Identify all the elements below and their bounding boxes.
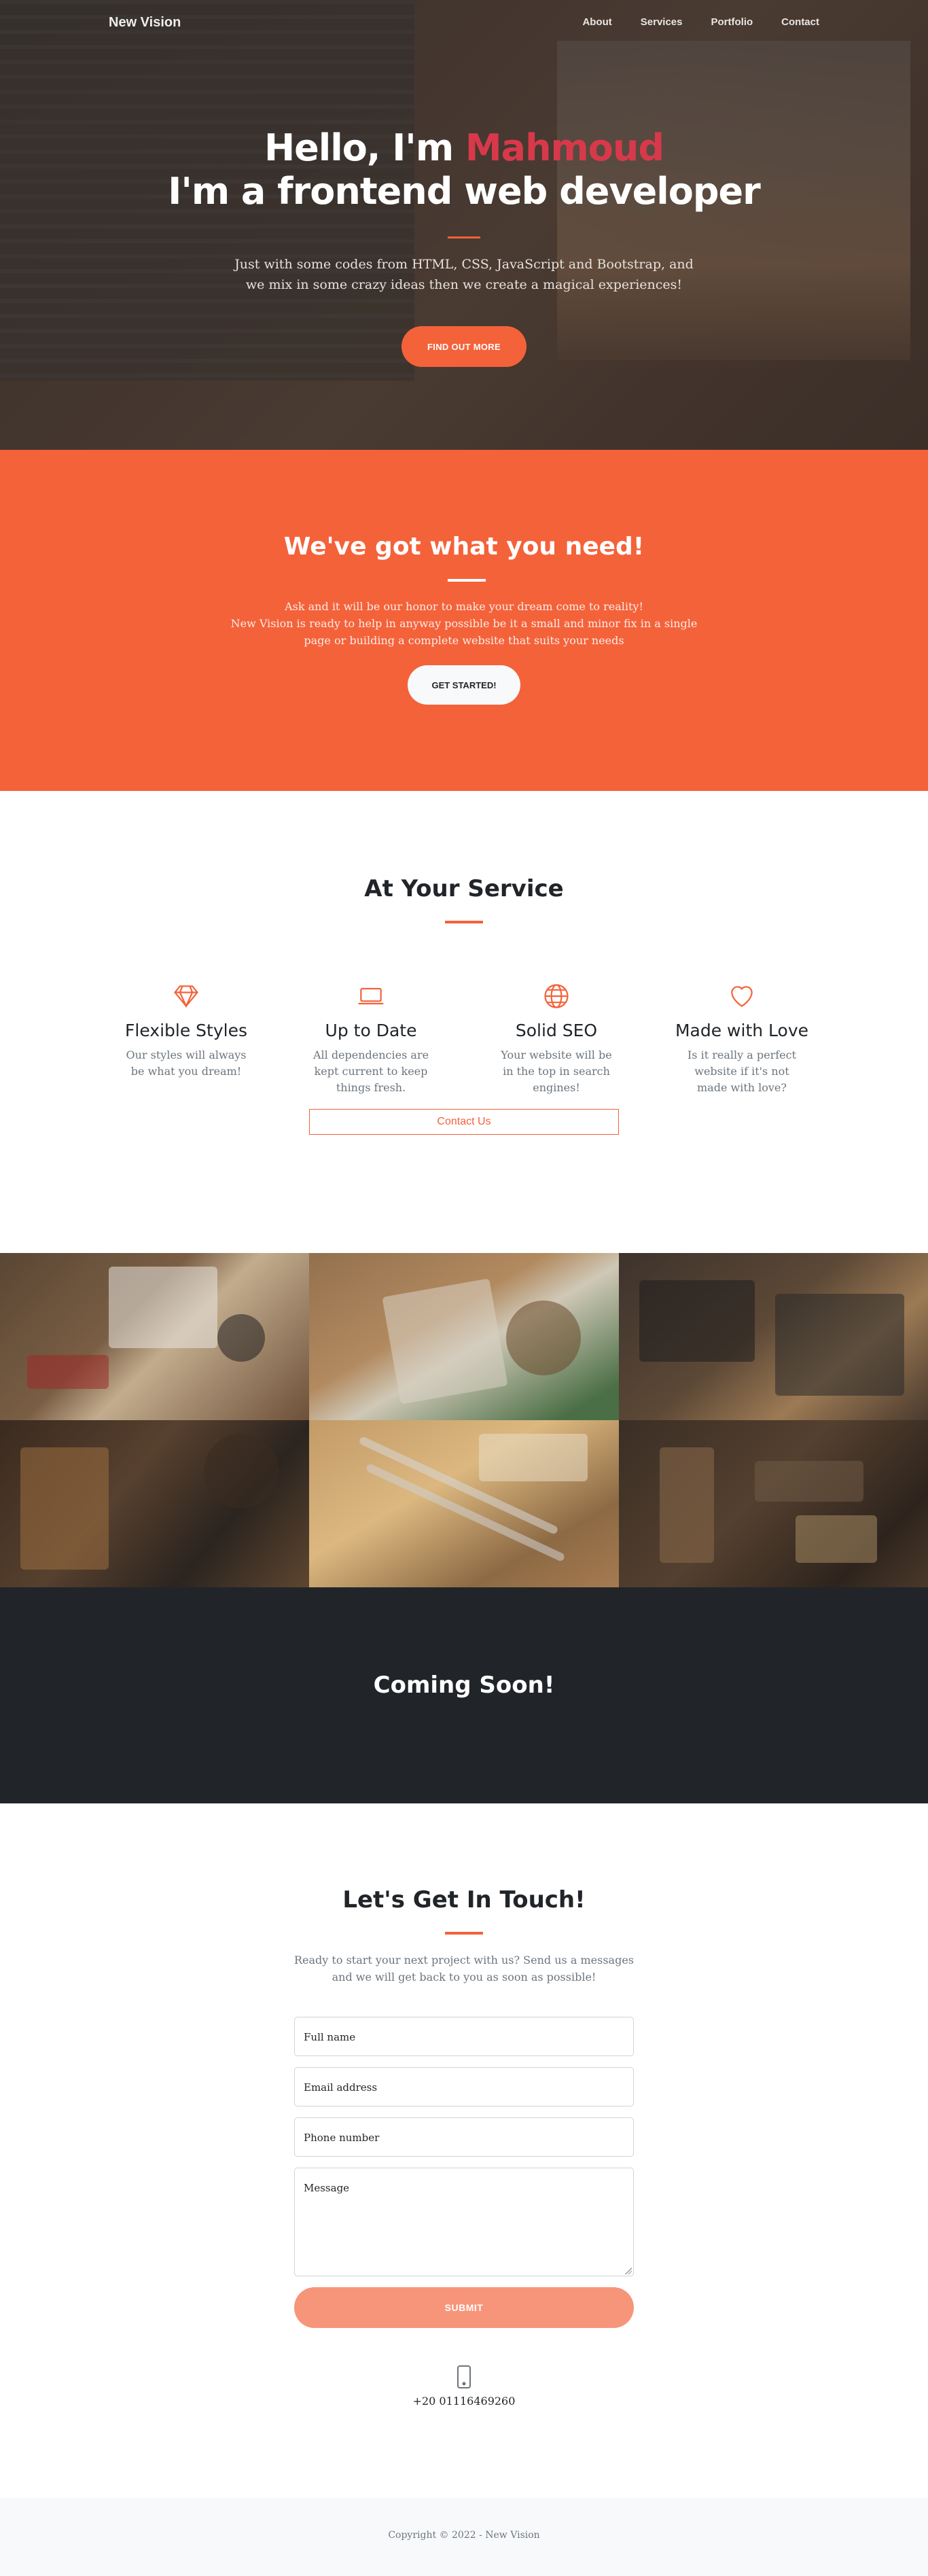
service-text: All dependencies are kept current to kee… bbox=[313, 1048, 429, 1094]
phone-number: +20 01116469260 bbox=[412, 2395, 516, 2407]
submit-button[interactable]: SUBMIT bbox=[294, 2287, 634, 2328]
hero-subtitle: Just with some codes from HTML, CSS, Jav… bbox=[234, 257, 694, 292]
coming-soon-title: Coming Soon! bbox=[373, 1672, 555, 1699]
about-text: Ask and it will be our honor to make you… bbox=[226, 598, 702, 649]
portfolio-image[interactable] bbox=[309, 1253, 619, 1420]
about-text-line1: Ask and it will be our honor to make you… bbox=[285, 600, 643, 613]
contact-lead: Ready to start your next project with us… bbox=[294, 1954, 634, 1983]
portfolio-image[interactable] bbox=[0, 1420, 309, 1587]
portfolio-image[interactable] bbox=[619, 1420, 928, 1587]
gem-icon bbox=[174, 985, 198, 1008]
services-section: At Your Service Flexible Styles Our styl… bbox=[0, 791, 928, 1253]
portfolio-image[interactable] bbox=[619, 1253, 928, 1420]
service-title: Made with Love bbox=[675, 1021, 809, 1040]
nav-link-portfolio[interactable]: Portfolio bbox=[711, 16, 753, 28]
resize-handle[interactable] bbox=[625, 2268, 632, 2274]
nav-link-services[interactable]: Services bbox=[641, 16, 683, 28]
services-title: At Your Service bbox=[364, 875, 564, 902]
about-section: We've got what you need! Ask and it will… bbox=[0, 450, 928, 791]
nav-links: About Services Portfolio Contact bbox=[554, 16, 819, 28]
get-started-button[interactable]: GET STARTED! bbox=[408, 665, 520, 705]
nav-link-contact[interactable]: Contact bbox=[781, 16, 819, 28]
message-placeholder: Message bbox=[304, 2182, 350, 2194]
coming-soon-section: Coming Soon! bbox=[0, 1587, 928, 1803]
about-divider bbox=[448, 579, 486, 582]
service-card-solid-seo: Solid SEO Your website will be in the to… bbox=[465, 974, 648, 1096]
contact-title: Let's Get In Touch! bbox=[342, 1886, 586, 1913]
hero-title: Hello, I'm Mahmoud bbox=[0, 126, 928, 169]
message-textarea[interactable]: Message bbox=[294, 2168, 634, 2276]
globe-icon bbox=[544, 984, 569, 1008]
brand-logo[interactable]: New Vision bbox=[109, 15, 181, 31]
contact-section: Let's Get In Touch! Ready to start your … bbox=[0, 1803, 928, 2498]
phone-input[interactable]: Phone number bbox=[294, 2117, 634, 2157]
service-card-flexible-styles: Flexible Styles Our styles will always b… bbox=[94, 974, 278, 1080]
nav-link-about[interactable]: About bbox=[582, 16, 611, 28]
email-input[interactable]: Email address bbox=[294, 2067, 634, 2106]
about-title: We've got what you need! bbox=[283, 533, 645, 561]
hero-divider bbox=[448, 236, 480, 239]
hero-title-name: Mahmoud bbox=[465, 126, 664, 169]
heart-icon bbox=[731, 986, 753, 1007]
service-title: Solid SEO bbox=[515, 1021, 598, 1040]
hero-title-line2: I'm a frontend web developer bbox=[168, 170, 761, 213]
service-text: Your website will be in the top in searc… bbox=[501, 1048, 612, 1094]
navbar: New Vision About Services Portfolio Cont… bbox=[0, 0, 928, 48]
find-out-more-button[interactable]: FIND OUT MORE bbox=[401, 326, 527, 367]
laptop-icon bbox=[358, 987, 384, 1005]
service-card-made-with-love: Made with Love Is it really a perfect we… bbox=[650, 974, 834, 1096]
portfolio-image[interactable] bbox=[0, 1253, 309, 1420]
hero-section: Hello, I'm Mahmoud I'm a frontend web de… bbox=[0, 0, 928, 450]
contact-divider bbox=[445, 1932, 483, 1935]
contact-us-button[interactable]: Contact Us bbox=[309, 1109, 619, 1135]
service-text: Our styles will always be what you dream… bbox=[126, 1048, 247, 1078]
copyright-text: Copyright © 2022 - New Vision bbox=[388, 2530, 540, 2541]
service-title: Up to Date bbox=[325, 1021, 417, 1040]
hero-title-prefix: Hello, I'm bbox=[264, 126, 465, 169]
service-title: Flexible Styles bbox=[125, 1021, 247, 1040]
full-name-input[interactable]: Full name bbox=[294, 2017, 634, 2056]
service-card-up-to-date: Up to Date All dependencies are kept cur… bbox=[279, 974, 463, 1096]
services-divider bbox=[445, 921, 483, 923]
about-text-line2: New Vision is ready to help in anyway po… bbox=[230, 617, 698, 647]
phone-icon bbox=[455, 2365, 473, 2393]
portfolio-image[interactable] bbox=[309, 1420, 619, 1587]
portfolio-grid bbox=[0, 1253, 928, 1587]
service-text: Is it really a perfect website if it's n… bbox=[687, 1048, 797, 1094]
footer: Copyright © 2022 - New Vision bbox=[0, 2498, 928, 2576]
